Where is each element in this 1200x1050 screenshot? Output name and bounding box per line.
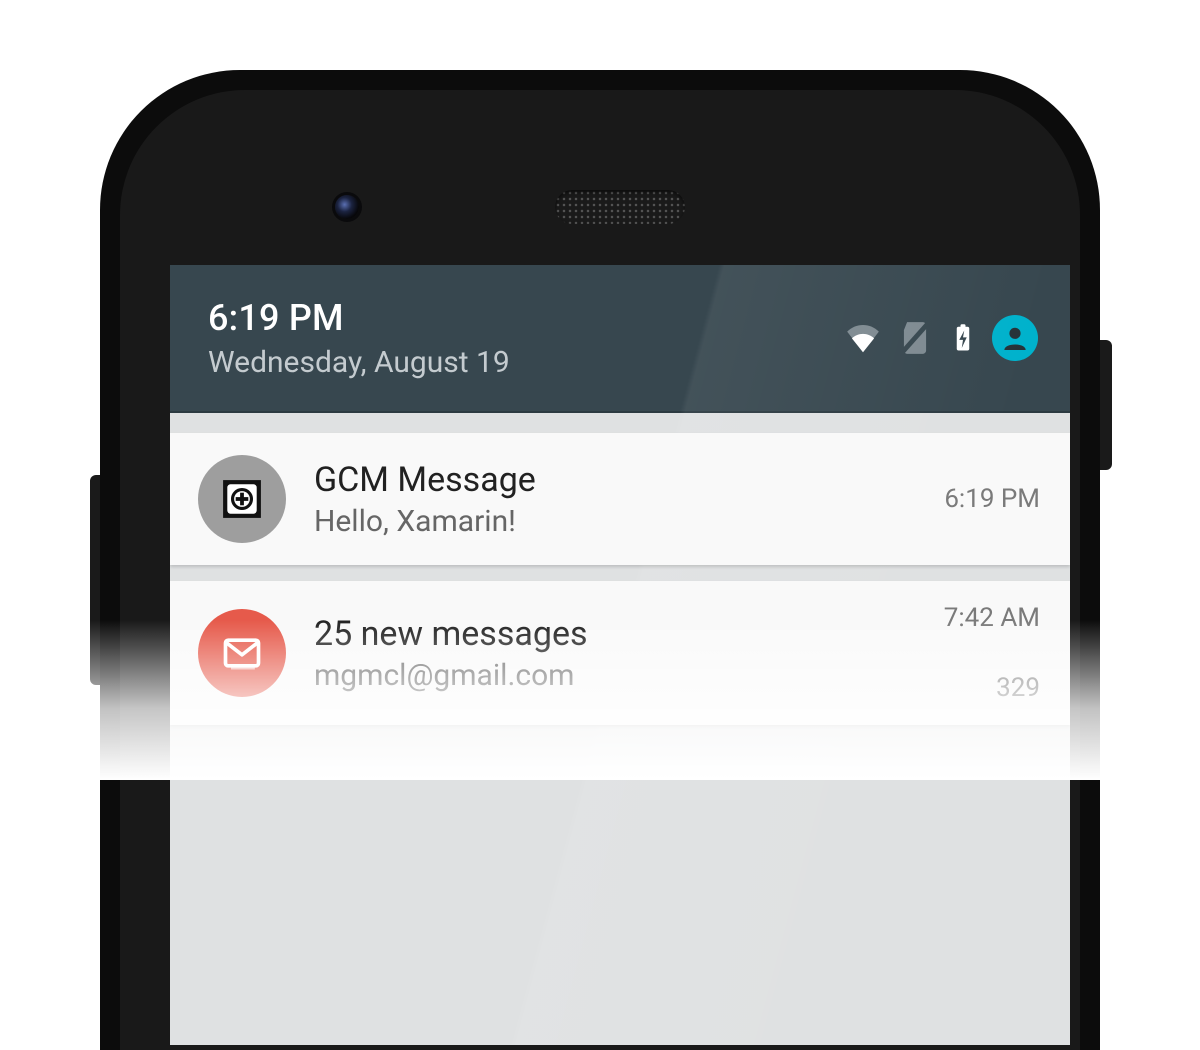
power-button[interactable] [1100, 340, 1112, 470]
notification-text: mgmcl@gmail.com [314, 658, 916, 693]
notification-timestamp: 7:42 AM [944, 603, 1040, 633]
notification-card[interactable]: 25 new messages mgmcl@gmail.com 7:42 AM … [170, 581, 1070, 725]
wifi-icon[interactable] [844, 319, 882, 357]
status-date: Wednesday, August 19 [208, 345, 844, 380]
notification-title: 25 new messages [314, 614, 916, 654]
app-plus-icon [221, 478, 263, 520]
notification-meta: 7:42 AM 329 [944, 603, 1040, 703]
phone-bezel: 6:19 PM Wednesday, August 19 [120, 90, 1080, 1050]
earpiece-speaker [555, 190, 685, 224]
notification-body: GCM Message Hello, Xamarin! [314, 460, 916, 539]
shade-gap [170, 413, 1070, 433]
notification-title: GCM Message [314, 460, 916, 500]
phone-frame: 6:19 PM Wednesday, August 19 [100, 70, 1100, 1050]
battery-charging-icon[interactable] [948, 319, 978, 357]
notification-app-icon [198, 609, 286, 697]
volume-button[interactable] [90, 475, 100, 685]
clock-area[interactable]: 6:19 PM Wednesday, August 19 [208, 297, 844, 380]
status-time: 6:19 PM [208, 297, 844, 339]
front-camera [335, 195, 359, 219]
notification-shade-header[interactable]: 6:19 PM Wednesday, August 19 [170, 265, 1070, 413]
user-avatar-icon[interactable] [992, 315, 1038, 361]
notification-app-icon [198, 455, 286, 543]
status-icons [844, 315, 1038, 361]
notification-card[interactable]: GCM Message Hello, Xamarin! 6:19 PM [170, 433, 1070, 565]
notification-text: Hello, Xamarin! [314, 504, 916, 539]
gmail-icon [220, 631, 264, 675]
device-screen: 6:19 PM Wednesday, August 19 [170, 265, 1070, 1045]
notification-body: 25 new messages mgmcl@gmail.com [314, 614, 916, 693]
notification-meta: 6:19 PM [944, 484, 1040, 514]
no-sim-icon[interactable] [896, 319, 934, 357]
notification-timestamp: 6:19 PM [944, 484, 1040, 514]
notification-count: 329 [944, 673, 1040, 703]
